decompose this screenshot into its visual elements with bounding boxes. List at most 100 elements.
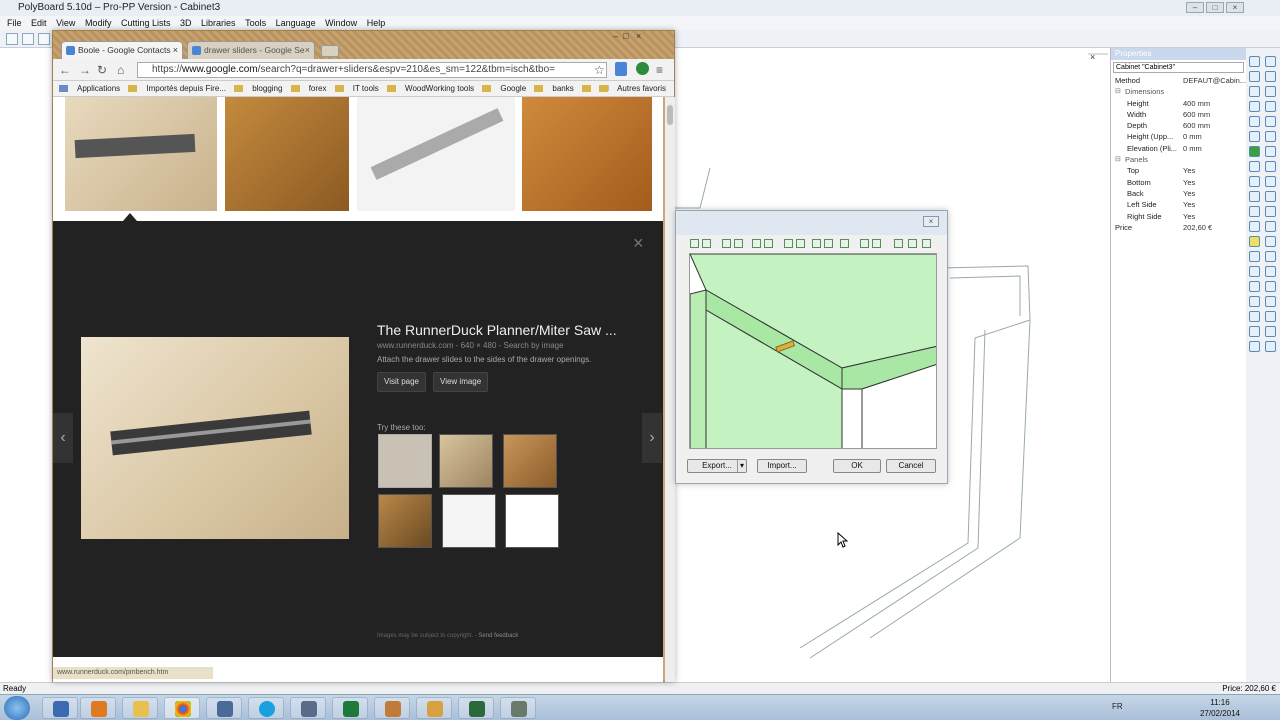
taskbar-app[interactable] xyxy=(458,697,494,719)
taskbar-app[interactable] xyxy=(80,697,116,719)
related-thumbnail[interactable] xyxy=(378,434,432,488)
import-button[interactable]: Import... xyxy=(757,459,807,473)
tool-icon[interactable] xyxy=(1249,86,1260,97)
scroll-thumb[interactable] xyxy=(667,105,673,125)
taskbar-app[interactable] xyxy=(416,697,452,719)
bookmark-imported[interactable]: Importés depuis Fire... xyxy=(128,81,226,96)
tool-icon[interactable] xyxy=(1249,101,1260,112)
bookmark-google[interactable]: Google xyxy=(482,81,526,96)
tool-icon[interactable] xyxy=(1249,311,1260,322)
tool-icon[interactable] xyxy=(1265,71,1276,82)
close-icon[interactable]: × xyxy=(636,31,641,41)
dialog-tool-icon[interactable] xyxy=(702,239,711,248)
tool-icon[interactable] xyxy=(1265,236,1276,247)
dialog-tool-icon[interactable] xyxy=(752,239,761,248)
tool-icon[interactable] xyxy=(1249,236,1260,247)
minimize-icon[interactable]: – xyxy=(613,31,618,41)
close-button[interactable]: × xyxy=(1226,2,1244,13)
menu-3d[interactable]: 3D xyxy=(180,16,192,30)
related-thumbnail[interactable] xyxy=(505,494,559,548)
tool-icon[interactable] xyxy=(1265,176,1276,187)
menu-icon[interactable]: ≡ xyxy=(656,62,663,78)
preview-image[interactable] xyxy=(81,337,349,539)
dialog-tool-icon[interactable] xyxy=(908,239,917,248)
result-image[interactable] xyxy=(357,97,515,211)
star-icon[interactable]: ☆ xyxy=(594,62,605,78)
menu-cutting-lists[interactable]: Cutting Lists xyxy=(121,16,171,30)
close-tab-icon[interactable]: × xyxy=(305,42,310,59)
collapse-icon[interactable]: ⊟ xyxy=(1115,154,1121,165)
tool-icon[interactable] xyxy=(1249,206,1260,217)
dialog-tool-icon[interactable] xyxy=(860,239,869,248)
tool-icon[interactable] xyxy=(1265,161,1276,172)
taskbar-excel[interactable] xyxy=(332,697,368,719)
tool-icon[interactable] xyxy=(1249,191,1260,202)
result-image[interactable] xyxy=(65,97,217,211)
menu-window[interactable]: Window xyxy=(325,16,357,30)
tool-icon[interactable] xyxy=(1265,116,1276,127)
panel-preview[interactable] xyxy=(689,253,937,449)
dialog-tool-icon[interactable] xyxy=(734,239,743,248)
toolbar-icon[interactable] xyxy=(38,33,50,45)
minimize-button[interactable]: – xyxy=(1186,2,1204,13)
menu-view[interactable]: View xyxy=(56,16,75,30)
tool-icon[interactable] xyxy=(1249,251,1260,262)
tool-icon[interactable] xyxy=(1265,56,1276,67)
property-row[interactable]: Panels ⊟ xyxy=(1111,154,1246,165)
export-button[interactable]: Export... ▾ xyxy=(687,459,747,473)
forward-arrow-icon[interactable]: → xyxy=(79,62,91,78)
dialog-tool-icon[interactable] xyxy=(784,239,793,248)
result-image[interactable] xyxy=(522,97,652,211)
taskbar-chrome[interactable] xyxy=(164,697,200,719)
tab-drawer-sliders[interactable]: drawer sliders - Google Se × xyxy=(187,41,315,59)
dialog-tool-icon[interactable] xyxy=(872,239,881,248)
vertical-scrollbar[interactable] xyxy=(665,97,675,682)
tool-icon[interactable] xyxy=(1265,206,1276,217)
related-thumbnail[interactable] xyxy=(442,494,496,548)
property-row[interactable]: Dimensions ⊟ xyxy=(1111,86,1246,97)
tool-icon[interactable] xyxy=(1265,86,1276,97)
property-row[interactable]: Height (Upp... 0 mm xyxy=(1111,131,1246,142)
tool-icon[interactable] xyxy=(1249,281,1260,292)
result-image[interactable] xyxy=(225,97,349,211)
result-title[interactable]: The RunnerDuck Planner/Miter Saw ... xyxy=(377,322,617,338)
maximize-icon[interactable]: □ xyxy=(623,31,628,41)
visit-page-button[interactable]: Visit page xyxy=(377,372,426,392)
dialog-tool-icon[interactable] xyxy=(840,239,849,248)
property-row[interactable]: Back Yes xyxy=(1111,188,1246,199)
maximize-button[interactable]: □ xyxy=(1206,2,1224,13)
menu-libraries[interactable]: Libraries xyxy=(201,16,236,30)
close-preview-icon[interactable]: × xyxy=(633,233,644,254)
dialog-tool-icon[interactable] xyxy=(894,239,903,248)
tab-google-contacts[interactable]: Boole - Google Contacts × xyxy=(61,41,183,59)
related-thumbnail[interactable] xyxy=(503,434,557,488)
tool-icon[interactable] xyxy=(1249,56,1260,67)
view-image-button[interactable]: View image xyxy=(433,372,489,392)
bookmark-applications[interactable]: Applications xyxy=(59,81,120,96)
extension-icon[interactable] xyxy=(615,62,627,76)
property-row[interactable]: Elevation (Pli... 0 mm xyxy=(1111,143,1246,154)
menu-tools[interactable]: Tools xyxy=(245,16,266,30)
tool-icon[interactable] xyxy=(1249,116,1260,127)
tool-icon[interactable] xyxy=(1265,326,1276,337)
bookmark-it-tools[interactable]: IT tools xyxy=(334,81,379,96)
dialog-close-button[interactable]: × xyxy=(923,216,939,227)
tool-icon[interactable] xyxy=(1249,341,1260,352)
taskbar-app[interactable] xyxy=(122,697,158,719)
taskbar-polyboard[interactable] xyxy=(500,697,536,719)
language-indicator[interactable]: FR xyxy=(1112,702,1123,711)
property-row[interactable]: Depth 600 mm xyxy=(1111,120,1246,131)
tool-icon[interactable] xyxy=(1249,146,1260,157)
taskbar-app[interactable] xyxy=(42,697,78,719)
send-feedback-link[interactable]: Send feedback xyxy=(478,633,518,639)
dialog-tool-icon[interactable] xyxy=(722,239,731,248)
object-selector[interactable]: Cabinet "Cabinet3" xyxy=(1113,62,1244,73)
property-row[interactable]: Method DEFAUT@Cabin... xyxy=(1111,75,1246,86)
tool-icon[interactable] xyxy=(1265,191,1276,202)
bookmark-forex[interactable]: forex xyxy=(290,81,326,96)
menu-modify[interactable]: Modify xyxy=(85,16,112,30)
bookmark-woodworking[interactable]: WoodWorking tools xyxy=(387,81,474,96)
dialog-tool-icon[interactable] xyxy=(922,239,931,248)
dialog-tool-icon[interactable] xyxy=(812,239,821,248)
extension-icon[interactable] xyxy=(636,62,649,75)
